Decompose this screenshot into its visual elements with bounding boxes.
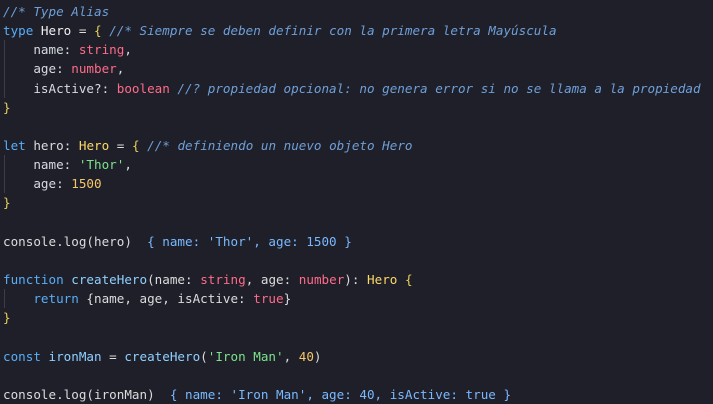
code-line[interactable] <box>0 251 713 270</box>
code-token: function <box>3 271 72 287</box>
code-token: let <box>3 137 34 153</box>
code-token: : <box>63 42 79 58</box>
code-token: : <box>56 61 72 77</box>
code-token: ( <box>200 348 208 364</box>
code-token: } <box>3 195 11 211</box>
code-line[interactable]: name: string, <box>0 40 713 60</box>
code-token: } <box>3 99 11 115</box>
code-line[interactable]: console.log(ironMan) { name: 'Iron Man',… <box>0 385 713 404</box>
code-token: : <box>63 157 79 173</box>
code-token: createHero <box>124 348 201 364</box>
code-editor[interactable]: //* Type Alias type Hero = { //* Siempre … <box>0 0 713 402</box>
code-token: //? propiedad opcional: no genera error … <box>169 80 701 96</box>
code-token: const <box>3 348 49 364</box>
code-token: age <box>3 176 57 192</box>
code-token: boolean <box>116 80 170 96</box>
code-token: Hero <box>40 23 72 39</box>
code-line[interactable]: } <box>0 98 713 117</box>
code-token: = <box>101 348 125 364</box>
code-token: //* Type Alias <box>3 4 110 19</box>
indent-guide <box>4 78 5 98</box>
code-token: } <box>3 310 11 326</box>
code-token: name, age, isActive: <box>94 291 254 307</box>
code-token: , <box>283 348 299 364</box>
code-token: string <box>200 271 246 287</box>
code-token: 1500 <box>71 176 102 192</box>
indent-guide <box>4 289 5 309</box>
code-line[interactable]: function createHero(name: string, age: n… <box>0 270 713 289</box>
code-token: log <box>63 233 87 249</box>
code-token: : <box>56 176 72 192</box>
code-line[interactable] <box>0 366 713 385</box>
code-token: name <box>3 42 64 58</box>
code-token: , <box>124 42 132 58</box>
code-token: { <box>94 23 102 39</box>
code-token: , <box>245 271 261 287</box>
code-token: string <box>78 42 125 58</box>
code-token: { <box>86 291 94 307</box>
code-token: true <box>253 291 284 307</box>
code-token: ) <box>313 348 322 364</box>
code-token: 'Iron Man' <box>207 348 284 364</box>
code-token: { <box>131 137 140 153</box>
code-line[interactable]: let hero: Hero = { //* definiendo un nue… <box>0 136 713 155</box>
code-token: (hero) <box>86 233 132 249</box>
code-line[interactable]: name: 'Thor', <box>0 155 713 175</box>
code-token: name <box>3 157 64 173</box>
code-token: ( <box>147 271 155 287</box>
code-line[interactable]: type Hero = { //* Siempre se deben defin… <box>0 21 713 40</box>
code-line[interactable]: console.log(hero) { name: 'Thor', age: 1… <box>0 232 713 251</box>
code-token: type <box>3 23 41 39</box>
code-line[interactable] <box>0 117 713 136</box>
code-line[interactable]: } <box>0 193 713 212</box>
code-token: isActive? <box>3 80 102 96</box>
code-line[interactable]: //* Type Alias <box>0 2 713 21</box>
code-token: age <box>3 61 57 77</box>
code-token: age <box>260 271 284 287</box>
code-token: : <box>283 271 299 287</box>
code-token: : <box>185 271 201 287</box>
code-token: //* definiendo un nuevo objeto Hero <box>139 137 413 153</box>
code-token: 40 <box>298 348 314 364</box>
code-line[interactable]: const ironMan = createHero('Iron Man', 4… <box>0 347 713 366</box>
code-token: } <box>283 291 292 307</box>
indent-guide <box>4 40 5 60</box>
indent-guide <box>4 59 5 79</box>
code-token: = <box>109 137 132 153</box>
code-token: , <box>124 157 132 173</box>
code-token: = <box>71 23 95 39</box>
code-token: hero <box>33 137 64 153</box>
code-line[interactable]: isActive?: boolean //? propiedad opciona… <box>0 78 713 98</box>
code-token: //* Siempre se deben definir con la prim… <box>101 23 557 39</box>
code-line[interactable]: age: number, <box>0 59 713 79</box>
code-token: return <box>3 291 87 307</box>
code-line[interactable]: } <box>0 308 713 327</box>
code-token: , <box>116 61 125 77</box>
indent-guide <box>4 155 5 175</box>
code-token: : <box>63 137 79 153</box>
code-token: ): <box>344 271 368 287</box>
code-line[interactable]: return {name, age, isActive: true} <box>0 289 713 309</box>
code-token: console <box>3 233 57 249</box>
code-token: { name: 'Thor', age: 1500 } <box>131 233 352 249</box>
code-token: . <box>56 233 64 249</box>
code-token: ironMan <box>48 348 102 364</box>
code-token: number <box>71 61 117 77</box>
code-token: Hero <box>367 271 398 287</box>
code-token: 'Thor' <box>78 157 125 173</box>
code-line[interactable] <box>0 327 713 346</box>
code-token: { <box>397 271 413 287</box>
code-token: number <box>298 271 345 287</box>
code-token: name <box>154 271 186 287</box>
code-line[interactable] <box>0 213 713 232</box>
indent-guide <box>4 174 5 194</box>
code-line[interactable]: age: 1500 <box>0 174 713 194</box>
code-token: Hero <box>78 137 110 153</box>
code-token: : <box>101 80 117 96</box>
code-token: createHero <box>71 271 148 287</box>
